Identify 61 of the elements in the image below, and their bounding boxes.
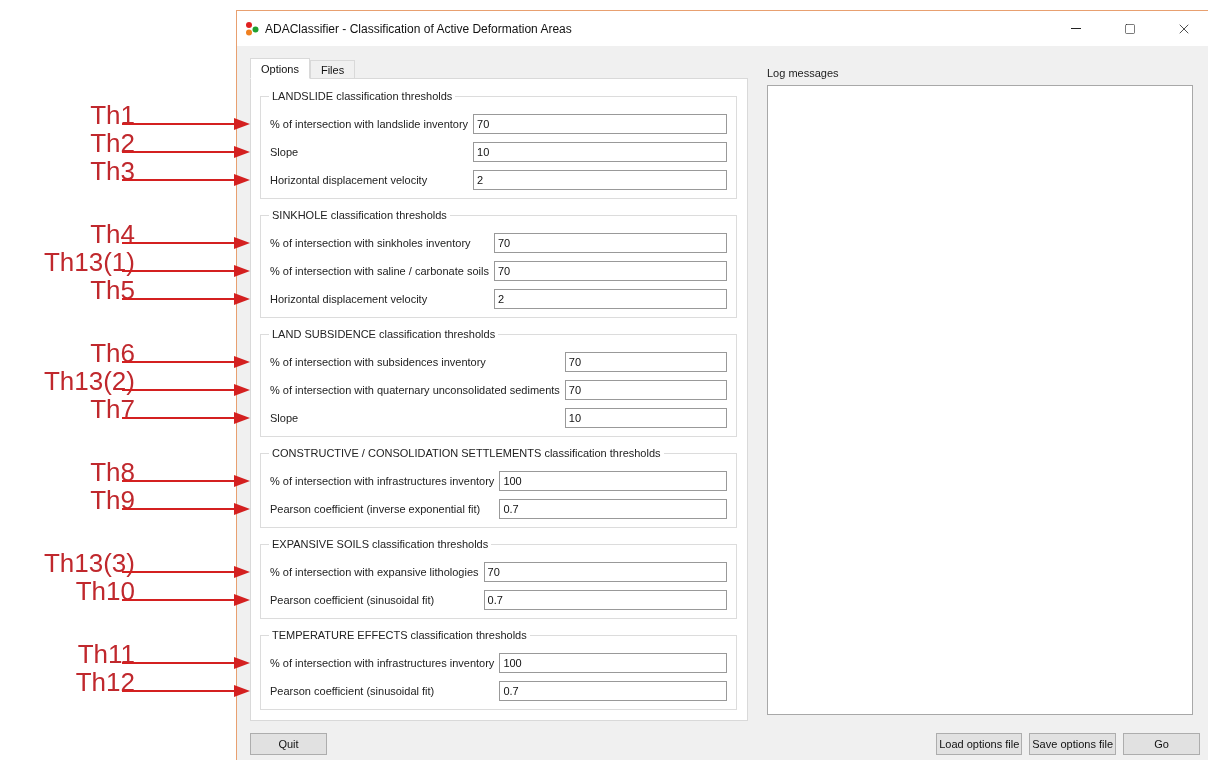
field-label: Slope <box>270 146 300 158</box>
threshold-input[interactable]: 0.7 <box>483 590 727 610</box>
threshold-input[interactable]: 100 <box>499 653 727 673</box>
field-label: % of intersection with expansive lithologies <box>270 566 479 578</box>
annotation-label: Th3 <box>90 158 135 184</box>
field-label: Pearson coefficient (sinusoidal fit) <box>270 594 436 606</box>
annotation-label: Th9 <box>90 487 135 513</box>
threshold-input[interactable]: 70 <box>564 352 727 372</box>
log-label: Log messages <box>767 67 840 79</box>
threshold-input[interactable]: 70 <box>493 233 727 253</box>
minimize-icon <box>1071 28 1081 29</box>
action-button[interactable]: Load options file <box>936 733 1023 755</box>
field-label: % of intersection with saline / carbonate soils <box>270 265 489 277</box>
annotation-label: Th4 <box>90 221 135 247</box>
annotation-label: Th11 <box>77 641 135 667</box>
group-title: CONSTRUCTIVE / CONSOLIDATION SETTLEMENTS classification thresholds <box>271 447 662 459</box>
threshold-input[interactable]: 70 <box>564 380 727 400</box>
field-label: Horizontal displacement velocity <box>270 293 429 305</box>
group-title: EXPANSIVE SOILS classification thresholds <box>271 538 490 550</box>
group-title: TEMPERATURE EFFECTS classification thresholds <box>271 629 528 641</box>
threshold-input[interactable]: 0.7 <box>499 499 727 519</box>
field-label: % of intersection with infrastructures inventory <box>270 657 495 669</box>
field-label: Pearson coefficient (inverse exponential fit) <box>270 503 482 515</box>
action-button[interactable]: Go <box>1123 733 1200 755</box>
threshold-input[interactable]: 10 <box>473 142 727 162</box>
group-title: LANDSLIDE classification thresholds <box>271 90 454 102</box>
annotation-label: Th12 <box>75 669 135 695</box>
group-title: LAND SUBSIDENCE classification thresholds <box>271 328 497 340</box>
annotation-label: Th6 <box>90 340 135 366</box>
field-label: Pearson coefficient (sinusoidal fit) <box>270 685 436 697</box>
field-label: % of intersection with subsidences inventory <box>270 356 487 368</box>
annotation-label: Th13(1) <box>43 249 135 275</box>
tab[interactable]: Options <box>250 58 310 79</box>
field-label: % of intersection with landslide inventory <box>270 118 469 130</box>
field-label: Horizontal displacement velocity <box>270 174 429 186</box>
threshold-input[interactable]: 100 <box>499 471 727 491</box>
annotation-label: Th13(3) <box>43 550 135 576</box>
threshold-input[interactable]: 10 <box>564 408 727 428</box>
action-button[interactable]: Save options file <box>1029 733 1116 755</box>
threshold-input[interactable]: 2 <box>473 170 727 190</box>
tab[interactable]: Files <box>309 60 356 79</box>
threshold-input[interactable]: 70 <box>483 562 727 582</box>
field-label: % of intersection with quaternary unconsolidated sediments <box>270 384 560 396</box>
log-text-area[interactable] <box>767 85 1193 715</box>
annotation-label: Th7 <box>90 396 135 422</box>
threshold-input[interactable]: 2 <box>493 289 727 309</box>
field-label: Slope <box>270 412 300 424</box>
annotation-label: Th10 <box>75 578 135 604</box>
annotation-label: Th13(2) <box>43 368 135 394</box>
field-label: % of intersection with infrastructures inventory <box>270 475 495 487</box>
threshold-input[interactable]: 70 <box>473 114 727 134</box>
field-label: % of intersection with sinkholes inventory <box>270 237 472 249</box>
annotation-label: Th8 <box>90 459 135 485</box>
annotation-label: Th5 <box>90 277 135 303</box>
window-title: ADAClassifier - Classification of Active Deformation Areas <box>265 21 573 36</box>
quit-button[interactable]: Quit <box>250 733 327 755</box>
maximize-icon <box>1124 22 1136 35</box>
threshold-input[interactable]: 70 <box>493 261 727 281</box>
threshold-input[interactable]: 0.7 <box>499 681 727 701</box>
group-title: SINKHOLE classification thresholds <box>271 209 448 221</box>
app-logo-icon <box>245 21 259 36</box>
